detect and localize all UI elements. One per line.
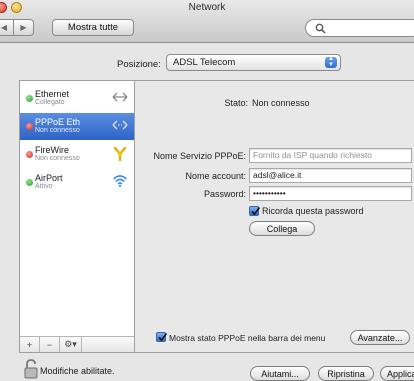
add-service-button[interactable]: +	[20, 337, 40, 352]
password-label: Password:	[203, 189, 246, 199]
network-panel: Ethernet Collegato PPPoE Eth Non conness…	[19, 80, 414, 353]
advanced-button[interactable]: Avanzate...	[350, 330, 410, 345]
service-name: AirPort	[35, 173, 63, 183]
checkmark-icon	[158, 333, 168, 342]
lock-status-text: Modifiche abilitate.	[40, 366, 115, 376]
service-name-field[interactable]: Fornito da ISP quando richiesto	[249, 148, 412, 163]
status-value: Non connesso	[252, 98, 310, 108]
status-dot-green-icon	[26, 179, 33, 186]
service-pppoe-eth[interactable]: PPPoE Eth Non connesso	[20, 113, 134, 140]
show-status-label: Mostra stato PPPoE nella barra dei menu	[169, 333, 326, 343]
location-select[interactable]: ADSL Telecom ▲ ▼	[166, 54, 341, 71]
status-dot-green-icon	[26, 95, 33, 102]
location-value: ADSL Telecom	[173, 57, 236, 68]
service-name: Ethernet	[35, 89, 70, 99]
revert-button[interactable]: Ripristina	[318, 366, 374, 381]
window-title: Network	[188, 2, 226, 13]
account-label: Nome account:	[185, 171, 246, 181]
status-label: Stato:	[224, 98, 248, 108]
account-field[interactable]: adsl@alice.it	[249, 168, 412, 183]
back-button[interactable]: ◀	[0, 19, 14, 36]
service-airport[interactable]: AirPort Attivo	[20, 169, 134, 196]
service-status: Non connesso	[35, 127, 80, 134]
apply-button[interactable]: Applica	[380, 366, 414, 381]
forward-button[interactable]: ▶	[14, 19, 34, 36]
service-name: PPPoE Eth	[35, 117, 81, 127]
select-arrows-icon: ▲ ▼	[325, 56, 337, 68]
service-firewire[interactable]: FireWire Non connesso	[20, 141, 134, 168]
remove-service-button[interactable]: −	[40, 337, 60, 352]
service-status: Attivo	[35, 183, 53, 190]
password-field[interactable]: •••••••••••	[249, 186, 412, 201]
ethernet-arrows-icon	[112, 92, 128, 102]
network-window: Network ◀ ▶ Mostra tutte Posizione: ADSL…	[0, 0, 414, 381]
search-field[interactable]	[305, 19, 414, 37]
firewire-icon	[113, 146, 127, 162]
action-menu-button[interactable]: ⚙▾	[60, 337, 82, 352]
search-icon	[315, 23, 326, 34]
service-status: Collegato	[35, 99, 65, 106]
help-button[interactable]: Aiutami...	[250, 366, 310, 381]
lock-open-icon[interactable]	[24, 359, 38, 379]
service-ethernet[interactable]: Ethernet Collegato	[20, 85, 134, 112]
service-name-label: Nome Servizio PPPoE:	[153, 151, 246, 161]
wifi-icon	[112, 175, 128, 188]
status-dot-red-icon	[26, 151, 33, 158]
nav-buttons: ◀ ▶	[0, 19, 34, 36]
show-all-button[interactable]: Mostra tutte	[52, 19, 134, 36]
show-status-checkbox[interactable]	[156, 332, 168, 342]
service-status: Non connesso	[35, 155, 80, 162]
remember-password-checkbox[interactable]	[249, 206, 261, 216]
service-list[interactable]: Ethernet Collegato PPPoE Eth Non conness…	[20, 81, 135, 352]
remember-password-label: Ricorda questa password	[262, 206, 364, 216]
ethernet-arrows-icon	[112, 120, 128, 130]
location-label: Posizione:	[117, 59, 161, 70]
checkmark-icon	[251, 207, 261, 216]
status-dot-red-icon	[26, 123, 33, 130]
connect-button[interactable]: Collega	[249, 221, 315, 236]
service-name: FireWire	[35, 145, 69, 155]
service-list-toolbar: + − ⚙▾	[20, 336, 134, 352]
title-toolbar: Network ◀ ▶ Mostra tutte	[0, 0, 414, 43]
